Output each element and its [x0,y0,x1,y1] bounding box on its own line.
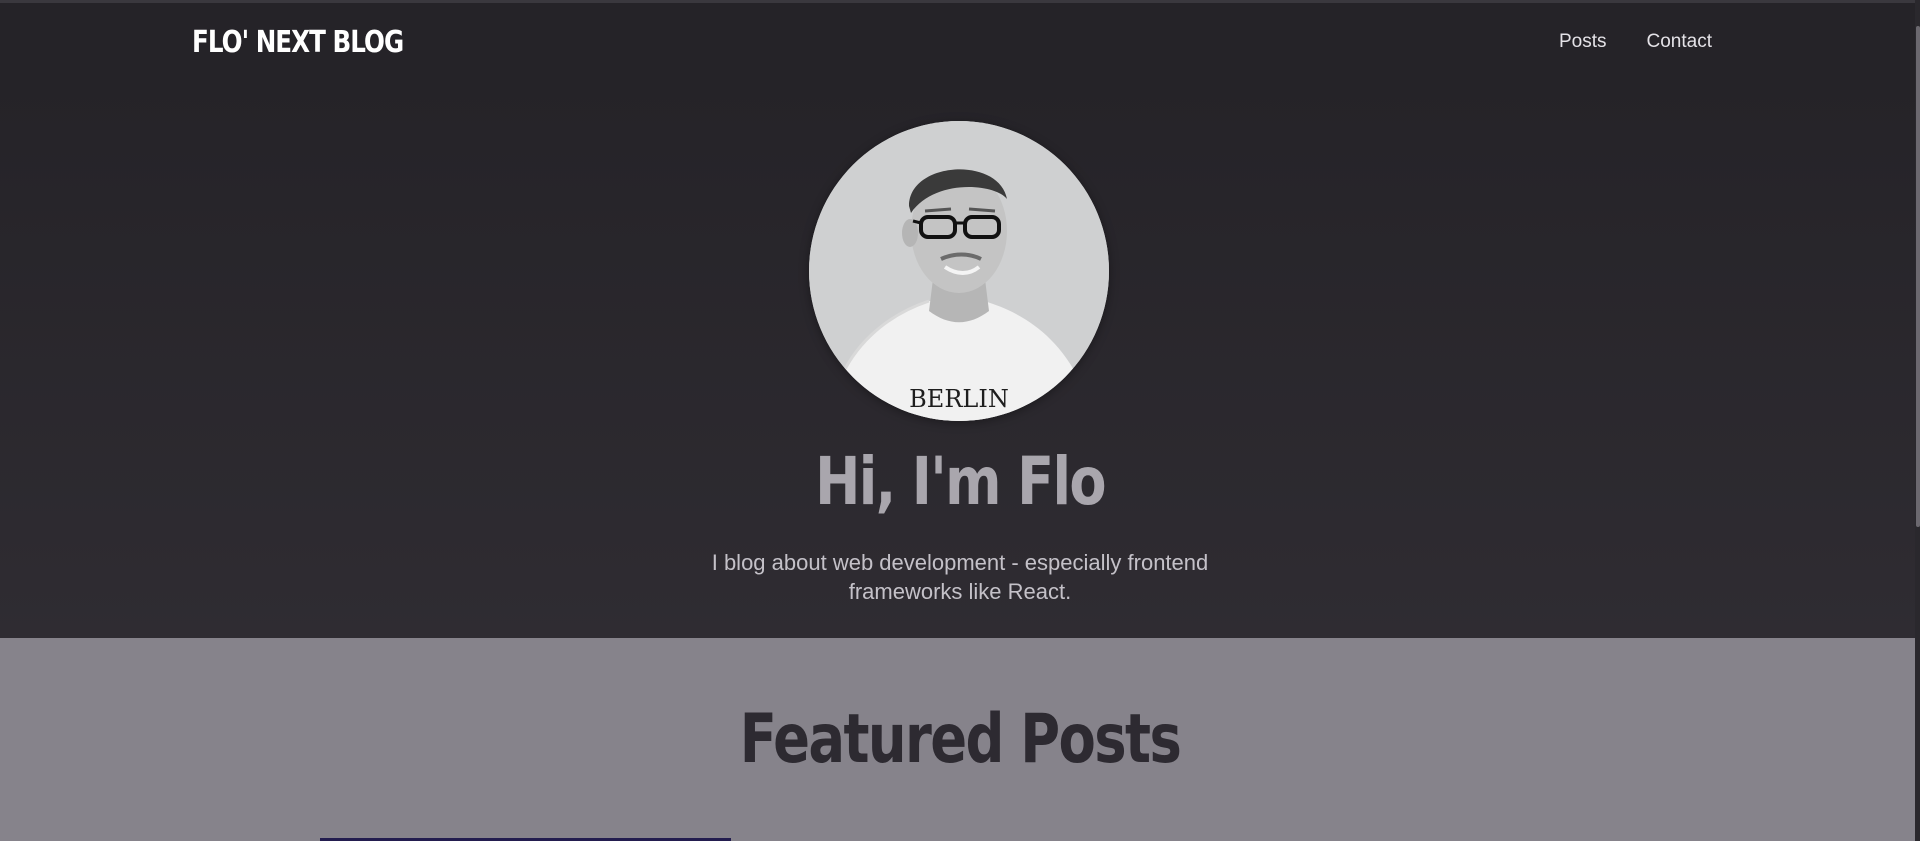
scrollbar-track[interactable] [1915,0,1920,841]
main-nav: Posts Contact [1559,31,1712,53]
site-logo[interactable]: FLO' NEXT BLOG [192,25,404,60]
hero-subtitle: I blog about web development - especiall… [711,550,1209,604]
featured-title: Featured Posts [739,700,1182,779]
hero-title: Hi, I'm Flo [815,443,1106,520]
nav-link-contact[interactable]: Contact [1647,31,1712,53]
main-header: FLO' NEXT BLOG Posts Contact [0,3,1920,83]
avatar-image: BERLIN [809,121,1109,421]
avatar-shirt-text: BERLIN [909,385,1009,413]
scrollbar-thumb[interactable] [1916,26,1920,527]
hero-section: BERLIN Hi, I'm Flo I blog about web deve… [0,83,1920,638]
avatar-container: BERLIN [809,121,1111,423]
featured-section: Featured Posts [0,638,1920,841]
nav-link-posts[interactable]: Posts [1559,31,1607,53]
avatar: BERLIN [809,121,1109,421]
page: FLO' NEXT BLOG Posts Contact BERLIN Hi, … [0,0,1920,841]
